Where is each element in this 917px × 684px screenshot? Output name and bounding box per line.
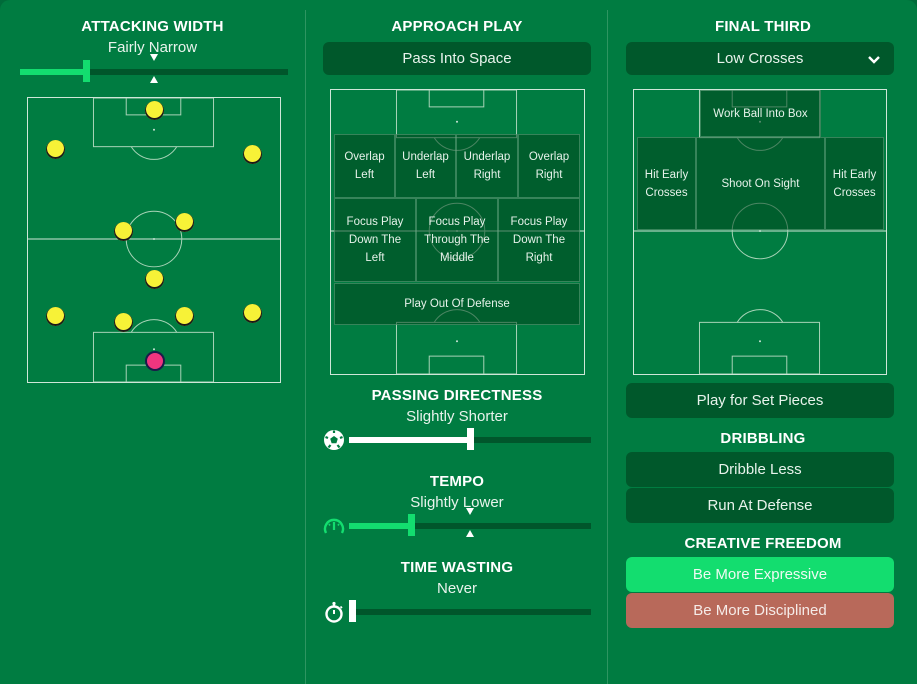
be-more-expressive-button[interactable]: Be More Expressive bbox=[626, 557, 894, 592]
zone-focus-left[interactable]: Focus Play Down The Left bbox=[334, 198, 416, 282]
player-marker-left-winger[interactable] bbox=[46, 139, 66, 159]
attacking-width-heading: ATTACKING WIDTH bbox=[81, 18, 224, 35]
zone-focus-right[interactable]: Focus Play Down The Right bbox=[498, 198, 580, 282]
football-icon bbox=[324, 430, 344, 450]
slider-thumb[interactable] bbox=[83, 60, 90, 82]
passing-directness-slider[interactable] bbox=[349, 428, 591, 452]
time-wasting-heading: TIME WASTING bbox=[400, 559, 514, 576]
stopwatch-icon bbox=[325, 601, 343, 623]
attacking-width-column: ATTACKING WIDTH Fairly Narrow bbox=[0, 0, 305, 684]
time-wasting-value: Never bbox=[436, 580, 477, 597]
approach-play-dropdown[interactable]: Pass Into Space bbox=[323, 42, 591, 75]
player-marker-goalkeeper[interactable] bbox=[144, 351, 165, 372]
player-marker-left-centre-back[interactable] bbox=[114, 312, 134, 332]
approach-play-heading: APPROACH PLAY bbox=[391, 18, 523, 35]
speedometer-icon bbox=[323, 518, 345, 534]
be-more-disciplined-button[interactable]: Be More Disciplined bbox=[626, 593, 894, 628]
be-more-expressive-label: Be More Expressive bbox=[692, 566, 828, 583]
zone-hit-early-crosses-right[interactable]: Hit Early Crosses bbox=[825, 137, 884, 230]
default-marker-bottom bbox=[466, 530, 474, 537]
player-marker-right-back[interactable] bbox=[242, 304, 262, 324]
slider-track bbox=[349, 609, 591, 615]
dribbling-heading: DRIBBLING bbox=[720, 430, 806, 447]
final-third-pitch: Work Ball Into Box Hit Early Crosses Sho… bbox=[633, 89, 887, 375]
passing-directness-heading: PASSING DIRECTNESS bbox=[371, 387, 543, 404]
column-divider bbox=[607, 10, 608, 684]
passing-directness-value: Slightly Shorter bbox=[406, 408, 508, 425]
zone-underlap-left[interactable]: Underlap Left bbox=[395, 134, 456, 198]
final-third-heading: FINAL THIRD bbox=[714, 18, 812, 35]
slider-fill bbox=[349, 437, 470, 443]
default-marker-top bbox=[466, 508, 474, 515]
tempo-value: Slightly Lower bbox=[410, 494, 504, 511]
attacking-width-slider[interactable] bbox=[20, 54, 288, 84]
zone-shoot-on-sight[interactable]: Shoot On Sight bbox=[696, 137, 825, 230]
pitch-markings bbox=[28, 98, 280, 382]
slider-thumb[interactable] bbox=[349, 600, 356, 622]
zone-work-ball-into-box[interactable]: Work Ball Into Box bbox=[700, 90, 821, 137]
final-third-selected: Low Crosses bbox=[716, 50, 804, 67]
approach-play-pitch: Overlap Left Underlap Left Underlap Righ… bbox=[330, 89, 585, 375]
run-at-defense-label: Run At Defense bbox=[707, 497, 813, 514]
time-wasting-slider[interactable] bbox=[349, 600, 591, 624]
dribble-less-button[interactable]: Dribble Less bbox=[626, 452, 894, 487]
tempo-heading: TEMPO bbox=[429, 473, 485, 490]
zone-focus-middle[interactable]: Focus Play Through The Middle bbox=[416, 198, 498, 282]
zone-overlap-right[interactable]: Overlap Right bbox=[518, 134, 580, 198]
zone-overlap-left[interactable]: Overlap Left bbox=[334, 134, 395, 198]
approach-play-column: APPROACH PLAY Pass Into Space Overlap Le… bbox=[306, 0, 608, 684]
player-marker-defensive-mid[interactable] bbox=[144, 270, 164, 290]
player-marker-right-centre-back[interactable] bbox=[174, 307, 194, 327]
final-third-column: FINAL THIRD Low Crosses Work Ball Into B… bbox=[609, 0, 917, 684]
dribble-less-label: Dribble Less bbox=[718, 461, 802, 478]
formation-pitch bbox=[27, 97, 281, 383]
creative-freedom-heading: CREATIVE FREEDOM bbox=[684, 535, 842, 552]
approach-play-selected: Pass Into Space bbox=[402, 50, 512, 67]
final-third-dropdown[interactable]: Low Crosses bbox=[626, 42, 894, 75]
chevron-down-icon bbox=[868, 56, 880, 64]
slider-fill bbox=[20, 69, 86, 75]
slider-thumb[interactable] bbox=[467, 428, 474, 450]
slider-fill bbox=[349, 523, 411, 529]
zone-hit-early-crosses-left[interactable]: Hit Early Crosses bbox=[637, 137, 696, 230]
zone-play-out-of-defense[interactable]: Play Out Of Defense bbox=[334, 283, 580, 325]
default-marker-bottom bbox=[150, 76, 158, 83]
play-for-set-pieces-button[interactable]: Play for Set Pieces bbox=[626, 383, 894, 418]
tempo-slider[interactable] bbox=[349, 508, 591, 538]
slider-thumb[interactable] bbox=[408, 514, 415, 536]
player-marker-right-winger[interactable] bbox=[242, 145, 262, 165]
zone-underlap-right[interactable]: Underlap Right bbox=[456, 134, 518, 198]
player-marker-striker[interactable] bbox=[144, 101, 164, 121]
run-at-defense-button[interactable]: Run At Defense bbox=[626, 488, 894, 523]
be-more-disciplined-label: Be More Disciplined bbox=[693, 602, 827, 619]
tactics-panel: ATTACKING WIDTH Fairly Narrow APPROACH P… bbox=[0, 0, 917, 684]
play-for-set-pieces-label: Play for Set Pieces bbox=[696, 392, 824, 409]
default-marker-top bbox=[150, 54, 158, 61]
